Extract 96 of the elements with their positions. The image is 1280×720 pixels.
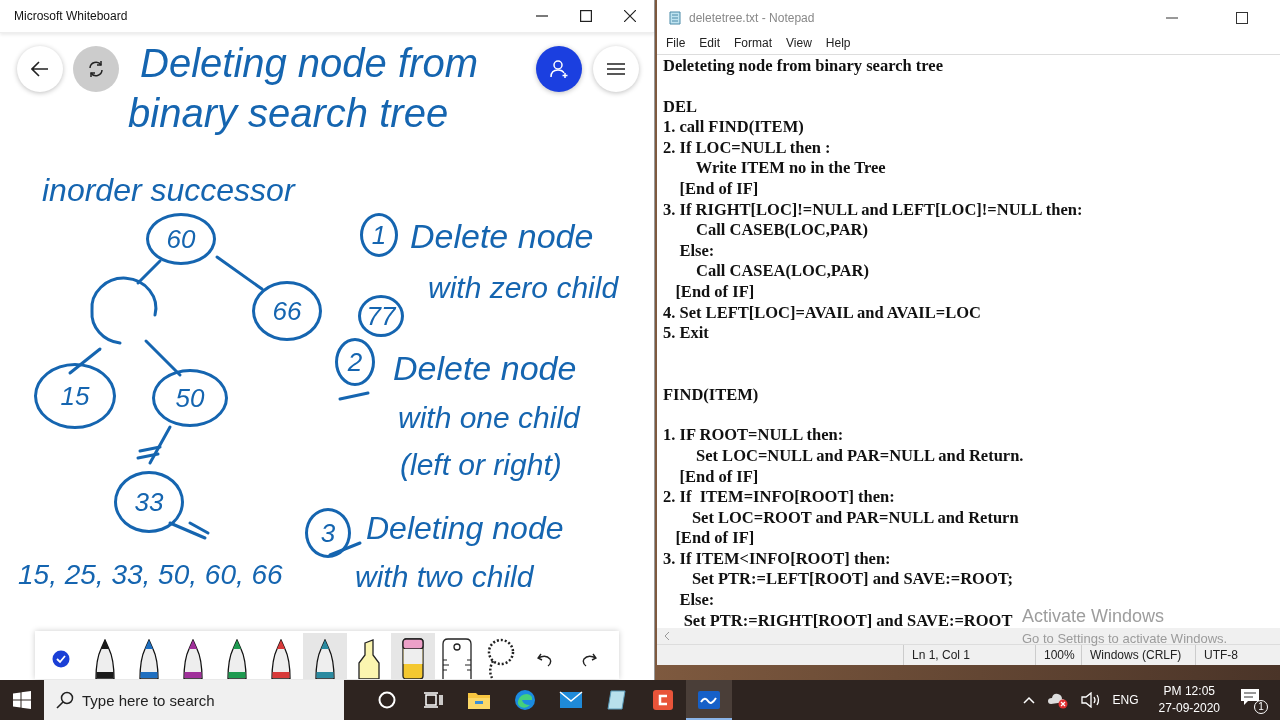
tree-node: 60 — [146, 213, 216, 265]
activation-title: Activate Windows — [1022, 606, 1166, 627]
volume-icon[interactable] — [1080, 692, 1101, 708]
text-line: [End of IF] — [674, 281, 755, 303]
windows-logo-icon — [13, 691, 31, 709]
menu-item[interactable]: Edit — [699, 36, 721, 54]
clock[interactable]: PM 12:05 27-09-2020 — [1158, 683, 1220, 717]
handwritten-text: Deleting node — [366, 511, 564, 547]
text-line: 3. If ITEM<INFO[ROOT] then: — [663, 548, 891, 570]
text-line: Else: — [678, 590, 715, 611]
text-line: DEL — [663, 96, 697, 118]
back-button[interactable] — [17, 46, 63, 92]
clock-time: PM 12:05 — [1163, 683, 1215, 700]
app-icon — [652, 689, 674, 711]
message-icon — [1240, 688, 1260, 706]
handwritten-text: (left or right) — [400, 448, 562, 481]
horizontal-scrollbar[interactable] — [657, 628, 1280, 644]
undo-icon — [537, 651, 553, 667]
text-line: [End of IF] — [678, 466, 759, 488]
tree-node: 77 — [358, 295, 404, 337]
notification-button[interactable]: 1 — [1240, 688, 1266, 712]
handwritten-text: 15, 25, 33, 50, 60, 66 — [18, 560, 283, 591]
text-line: Set PTR:=LEFT[ROOT] and SAVE:=ROOT; — [690, 569, 1014, 591]
circle-icon — [378, 691, 396, 709]
window-title: Microsoft Whiteboard — [14, 9, 128, 23]
browser-icon — [514, 689, 536, 711]
text-line: Write ITEM no in the Tree — [694, 158, 886, 179]
tree-node: 50 — [152, 369, 228, 427]
status-item: UTF-8 — [1195, 645, 1280, 665]
status-item: Ln 1, Col 1 — [903, 645, 1035, 665]
close-icon[interactable] — [624, 10, 636, 22]
text-line: Set LOC=NULL and PAR=NULL and Return. — [695, 445, 1024, 467]
eraser-tool-button[interactable] — [391, 633, 435, 679]
add-person-icon — [549, 59, 569, 79]
handwritten-text: with zero child — [428, 271, 619, 304]
text-line: Deleteting node from binary search tree — [663, 56, 943, 77]
maximize-icon[interactable] — [580, 10, 592, 22]
task-view-icon — [423, 692, 443, 708]
text-line: Else: — [678, 240, 715, 262]
menu-item[interactable]: Format — [734, 36, 773, 54]
sync-button[interactable] — [73, 46, 119, 92]
text-line: 2. If ITEM=INFO[ROOT] then: — [663, 487, 895, 508]
checkmark-icon — [52, 650, 70, 668]
clock-date: 27-09-2020 — [1158, 700, 1220, 717]
back-arrow-icon — [31, 61, 49, 77]
envelope-icon — [559, 691, 583, 709]
tree-node: 33 — [114, 471, 184, 533]
status-item: Windows (CRLF) — [1081, 645, 1195, 665]
handwritten-text: Delete node — [393, 350, 577, 388]
text-line: Set PTR:=RIGHT[ROOT] and SAVE:=ROOT — [682, 610, 1013, 628]
tree-node: 15 — [34, 363, 116, 429]
step-number: 1 — [360, 213, 398, 257]
text-line: [End of IF] — [674, 528, 755, 549]
handwritten-text: with two child — [355, 560, 534, 593]
step-number: 3 — [305, 508, 351, 558]
text-line: 4. Set LEFT[LOC]=AVAIL and AVAIL=LOC — [663, 302, 981, 324]
maximize-icon[interactable] — [1236, 12, 1248, 24]
language-indicator[interactable]: ENG — [1112, 693, 1139, 707]
folder-icon — [467, 690, 491, 710]
menu-button[interactable] — [593, 46, 639, 92]
text-line: Call CASEA(LOC,PAR) — [695, 261, 869, 282]
status-item: 100% — [1035, 645, 1081, 665]
menu-icon — [607, 62, 625, 76]
text-line: FIND(ITEM) — [663, 384, 759, 406]
notification-count: 1 — [1254, 700, 1268, 714]
sync-icon — [86, 59, 106, 79]
menu-item[interactable]: Help — [825, 36, 851, 54]
search-icon — [56, 691, 74, 709]
activation-message: Go to Settings to activate Windows. — [1022, 631, 1228, 646]
menu-item[interactable]: View — [786, 36, 812, 54]
redo-icon — [581, 651, 597, 667]
tree-node: 66 — [252, 281, 322, 341]
text-line: 1. IF ROOT=NULL then: — [663, 425, 844, 446]
whiteboard-app-icon — [697, 688, 721, 710]
text-line: 5. Exit — [663, 323, 709, 344]
text-line: Call CASEB(LOC,PAR) — [695, 220, 869, 241]
window-title: deletetree.txt - Notepad — [689, 11, 816, 25]
search-field[interactable]: Type here to search — [44, 680, 344, 720]
lasso-icon — [486, 638, 516, 679]
handwritten-text: Delete node — [410, 218, 594, 256]
cloud-error-icon[interactable] — [1046, 691, 1069, 709]
handwritten-text: with one child — [398, 401, 580, 434]
text-line: Set LOC=ROOT and PAR=NULL and Return — [690, 507, 1019, 529]
menu-item[interactable]: File — [666, 36, 686, 54]
pen-tool-button[interactable] — [303, 633, 347, 679]
text-line: 1. call FIND(ITEM) — [663, 117, 804, 138]
text-line: [End of IF] — [678, 178, 759, 200]
handwritten-text: Deleting node from — [140, 41, 478, 85]
chevron-up-icon[interactable] — [1022, 696, 1035, 704]
whiteboard-taskbar-button[interactable] — [686, 680, 732, 720]
text-line: 3. If RIGHT[LOC]!=NULL and LEFT[LOC]!=NULL then: — [663, 199, 1083, 221]
invite-button[interactable] — [536, 46, 582, 92]
handwritten-text: inorder successor — [42, 173, 295, 209]
text-line: 2. If LOC=NULL then : — [663, 137, 831, 159]
step-number: 2 — [335, 338, 375, 386]
handwritten-text: binary search tree — [128, 91, 449, 135]
